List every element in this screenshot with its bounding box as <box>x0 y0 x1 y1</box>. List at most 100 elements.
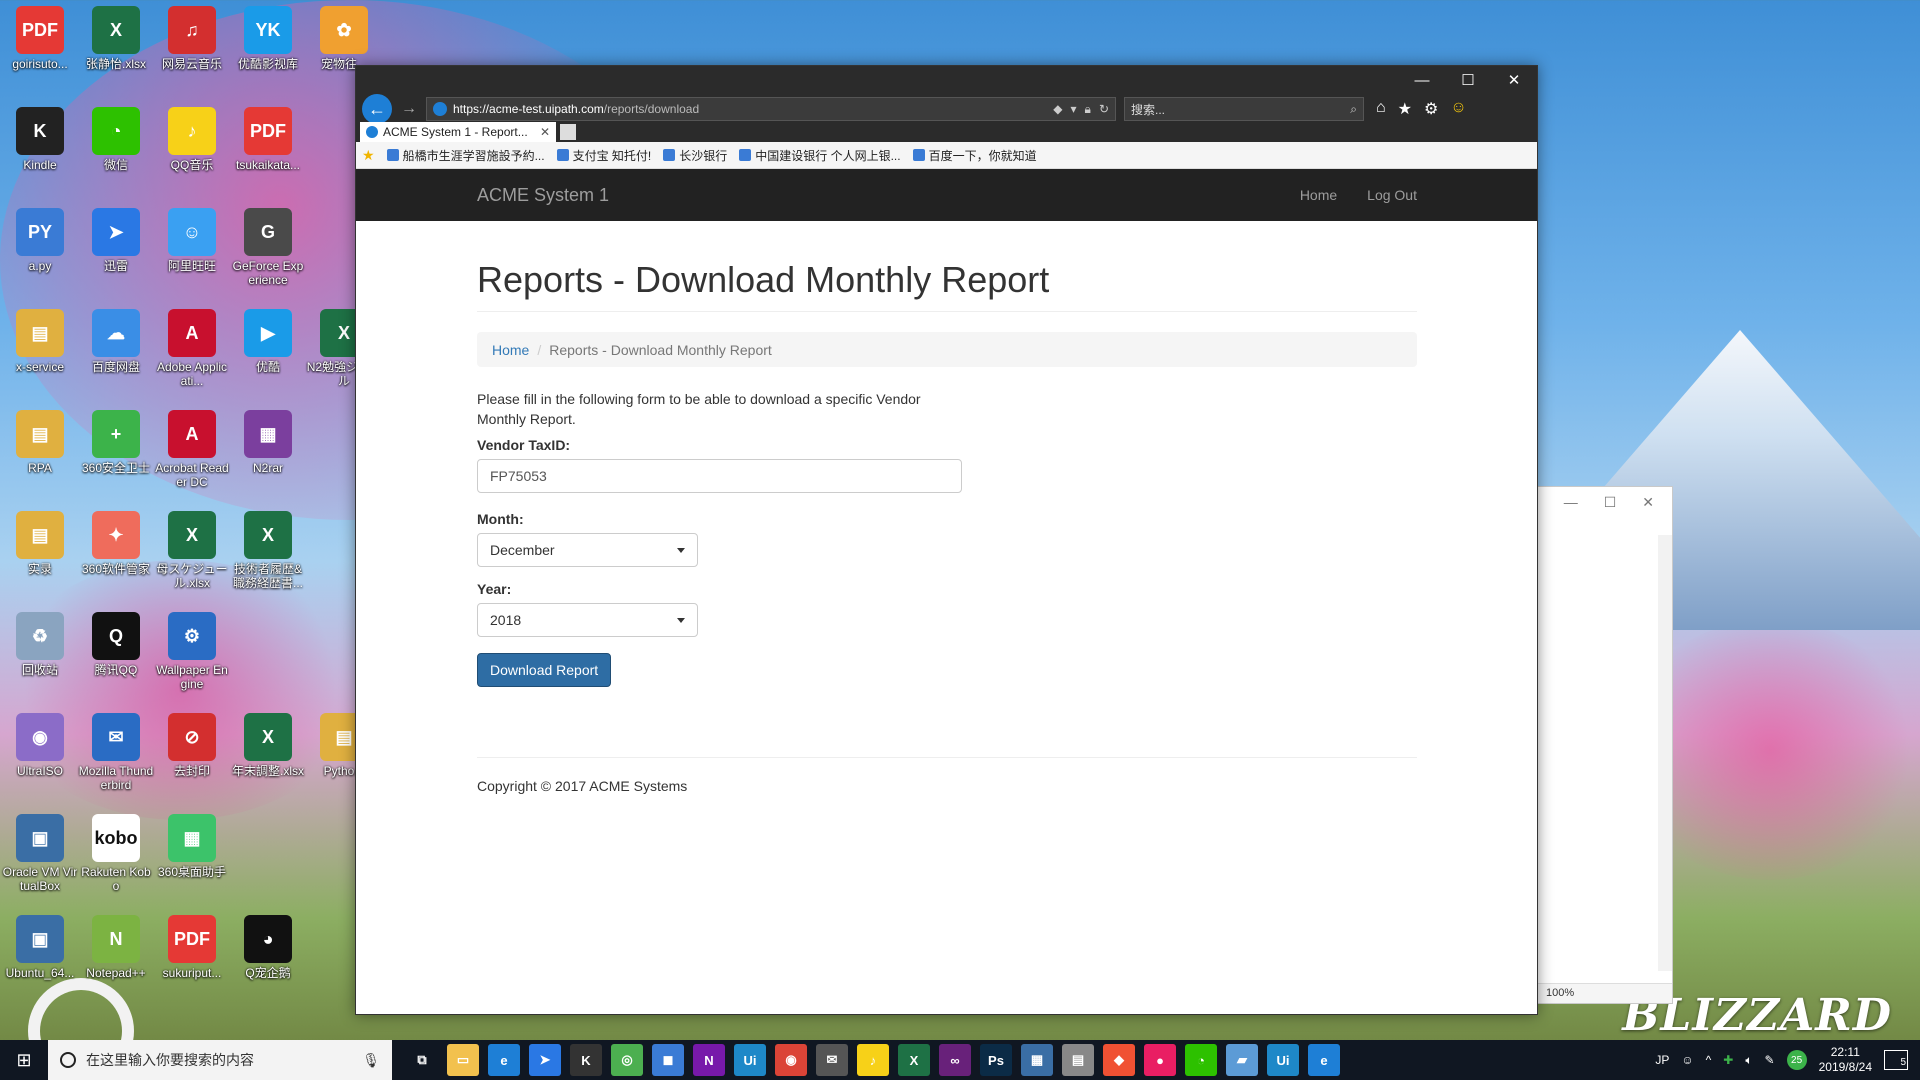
desktop-icon[interactable]: K Kindle <box>2 103 78 201</box>
search-icon[interactable]: ⌕ <box>1350 102 1357 117</box>
dropdown-icon[interactable]: ▾ <box>1071 102 1077 117</box>
maximize-icon[interactable]: ☐ <box>1445 66 1491 94</box>
desktop-icon[interactable]: ▤ RPA <box>2 406 78 504</box>
desktop-icon[interactable]: G GeForce Experience <box>230 204 306 302</box>
desktop-icon[interactable]: PDF sukuriput... <box>154 911 230 1009</box>
tab-acme-report[interactable]: ACME System 1 - Report... ✕ <box>360 122 556 142</box>
minimize-icon[interactable]: — <box>1564 494 1578 510</box>
desktop-icon[interactable]: PDF goirisuto... <box>2 2 78 100</box>
browser-search-input[interactable]: 搜索... ⌕ <box>1124 97 1364 121</box>
desktop-icon[interactable]: ⊘ 去封印 <box>154 709 230 807</box>
visual-studio-icon[interactable]: ∞ <box>939 1044 971 1076</box>
desktop-icon[interactable]: ⚙ Wallpaper Engine <box>154 608 230 706</box>
address-bar[interactable]: https://acme-test.uipath.com /reports/do… <box>426 97 1116 121</box>
ime-indicator[interactable]: JP <box>1655 1053 1669 1067</box>
task-view-icon[interactable]: ⧉ <box>406 1044 438 1076</box>
desktop-icon[interactable]: ▦ 360桌面助手 <box>154 810 230 908</box>
desktop-icon[interactable]: ✉ Mozilla Thunderbird <box>78 709 154 807</box>
internet-explorer-icon[interactable]: e <box>1308 1044 1340 1076</box>
desktop-icon[interactable]: X 技術者履歴&職務経歴書... <box>230 507 306 605</box>
microphone-icon[interactable]: 🎙︎ <box>362 1052 380 1069</box>
refresh-icon[interactable]: ↻ <box>1099 102 1109 117</box>
desktop-icon[interactable]: ◉ UltraISO <box>2 709 78 807</box>
badge-counter[interactable]: 25 <box>1786 1050 1807 1070</box>
secondary-window[interactable]: — ☐ ✕ 100% <box>1537 486 1673 1004</box>
mail-icon[interactable]: ✉ <box>816 1044 848 1076</box>
settings-gear-icon[interactable]: ⚙ <box>1424 99 1438 119</box>
desktop-icon[interactable]: N Notepad++ <box>78 911 154 1009</box>
close-icon[interactable]: ✕ <box>1642 494 1654 511</box>
desktop-icon[interactable]: A Adobe Applicati... <box>154 305 230 403</box>
desktop-icon[interactable]: ▣ Ubuntu_64... <box>2 911 78 1009</box>
favorite-link[interactable]: 百度一下，你就知道 <box>912 147 1037 164</box>
favorite-link[interactable]: 船橋市生涯学習施設予約... <box>386 147 545 164</box>
breadcrumb-home-link[interactable]: Home <box>492 342 529 358</box>
desktop-icon[interactable]: ▤ 实录 <box>2 507 78 605</box>
taskbar-search-box[interactable]: 在这里输入你要搜索的内容 🎙︎ <box>48 1040 392 1080</box>
onenote-icon[interactable]: N <box>693 1044 725 1076</box>
desktop-icon[interactable]: X 张静怡.xlsx <box>78 2 154 100</box>
home-icon[interactable]: ⌂ <box>1376 99 1386 119</box>
desktop-icon[interactable]: kobo Rakuten Kobo <box>78 810 154 908</box>
favorite-link[interactable]: 支付宝 知托付! <box>556 147 651 164</box>
app-doc-icon[interactable]: ▤ <box>1062 1044 1094 1076</box>
nav-home-link[interactable]: Home <box>1300 187 1337 203</box>
desktop-icon[interactable]: YK 优酷影视库 <box>230 2 306 100</box>
back-arrow-icon[interactable]: ← <box>362 94 392 124</box>
taskbar-clock[interactable]: 22:11 2019/8/24 <box>1819 1045 1872 1075</box>
windows-start-icon[interactable]: ⊞ <box>0 1040 48 1080</box>
desktop-icon[interactable]: ♻ 回收站 <box>2 608 78 706</box>
desktop-icon[interactable]: A Acrobat Reader DC <box>154 406 230 504</box>
uipath-icon[interactable]: Ui <box>734 1044 766 1076</box>
chrome-icon[interactable]: ◉ <box>775 1044 807 1076</box>
qq-music-icon[interactable]: ♪ <box>857 1044 889 1076</box>
desktop-icon[interactable]: ♫ 网易云音乐 <box>154 2 230 100</box>
desktop-icon[interactable]: +360安全卫士 <box>78 406 154 504</box>
security-shield-icon[interactable]: ✚ <box>1723 1053 1733 1067</box>
desktop-icon[interactable]: ▤ x-service <box>2 305 78 403</box>
year-select[interactable]: 2018 <box>477 603 698 637</box>
vendor-taxid-input[interactable] <box>477 459 962 493</box>
download-report-button[interactable]: Download Report <box>477 653 612 687</box>
action-center-icon[interactable]: 5 <box>1884 1050 1908 1070</box>
desktop-icon[interactable]: ☁ 百度网盘 <box>78 305 154 403</box>
desktop-icon[interactable]: ✦ 360软件管家 <box>78 507 154 605</box>
minimize-icon[interactable]: — <box>1399 66 1445 94</box>
vertical-scrollbar[interactable] <box>1658 535 1672 971</box>
desktop-icon[interactable]: ▦ N2rar <box>230 406 306 504</box>
app-remote-icon[interactable]: ▦ <box>1021 1044 1053 1076</box>
show-hidden-icons-chevron[interactable]: ^ <box>1706 1053 1712 1067</box>
favorite-link[interactable]: 中国建设银行 个人网上银... <box>739 147 901 164</box>
git-icon[interactable]: ◆ <box>1103 1044 1135 1076</box>
nav-logout-link[interactable]: Log Out <box>1367 187 1417 203</box>
wechat-icon[interactable]: ◔ <box>1185 1044 1217 1076</box>
uipath-studio-icon[interactable]: Ui <box>1267 1044 1299 1076</box>
maximize-icon[interactable]: ☐ <box>1604 494 1617 511</box>
excel-icon[interactable]: X <box>898 1044 930 1076</box>
new-tab-button[interactable] <box>560 124 576 140</box>
app-clip-icon[interactable]: ▰ <box>1226 1044 1258 1076</box>
edge-icon[interactable]: e <box>488 1044 520 1076</box>
file-explorer-icon[interactable]: ▭ <box>447 1044 479 1076</box>
desktop-icon[interactable]: PDF tsukaikata... <box>230 103 306 201</box>
close-icon[interactable]: ✕ <box>1491 66 1537 94</box>
pen-icon[interactable]: ✎ <box>1765 1053 1775 1067</box>
favorite-link[interactable]: 长沙银行 <box>663 147 727 164</box>
site-brand[interactable]: ACME System 1 <box>477 185 609 206</box>
people-icon[interactable]: ☺ <box>1681 1053 1693 1067</box>
app-blue-icon[interactable]: ◼ <box>652 1044 684 1076</box>
thunder-icon[interactable]: ➤ <box>529 1044 561 1076</box>
compat-icon[interactable]: ◆ <box>1053 102 1062 117</box>
favorites-star-icon[interactable]: ★ <box>362 147 375 164</box>
desktop-icon[interactable]: ◕ Q宠企鹅 <box>230 911 306 1009</box>
tab-close-icon[interactable]: ✕ <box>540 125 550 139</box>
favorites-star-icon[interactable]: ★ <box>1398 99 1412 119</box>
desktop-icon[interactable]: ☺ 阿里旺旺 <box>154 204 230 302</box>
app-green-icon[interactable]: ◎ <box>611 1044 643 1076</box>
desktop-icon[interactable]: PY a.py <box>2 204 78 302</box>
desktop-icon[interactable]: X 年末調整.xlsx <box>230 709 306 807</box>
desktop-icon[interactable]: ◔ 微信 <box>78 103 154 201</box>
desktop-icon[interactable]: X 母スケジュール.xlsx <box>154 507 230 605</box>
desktop-icon[interactable]: ▣ Oracle VM VirtualBox <box>2 810 78 908</box>
forward-arrow-icon[interactable]: → <box>398 98 420 120</box>
